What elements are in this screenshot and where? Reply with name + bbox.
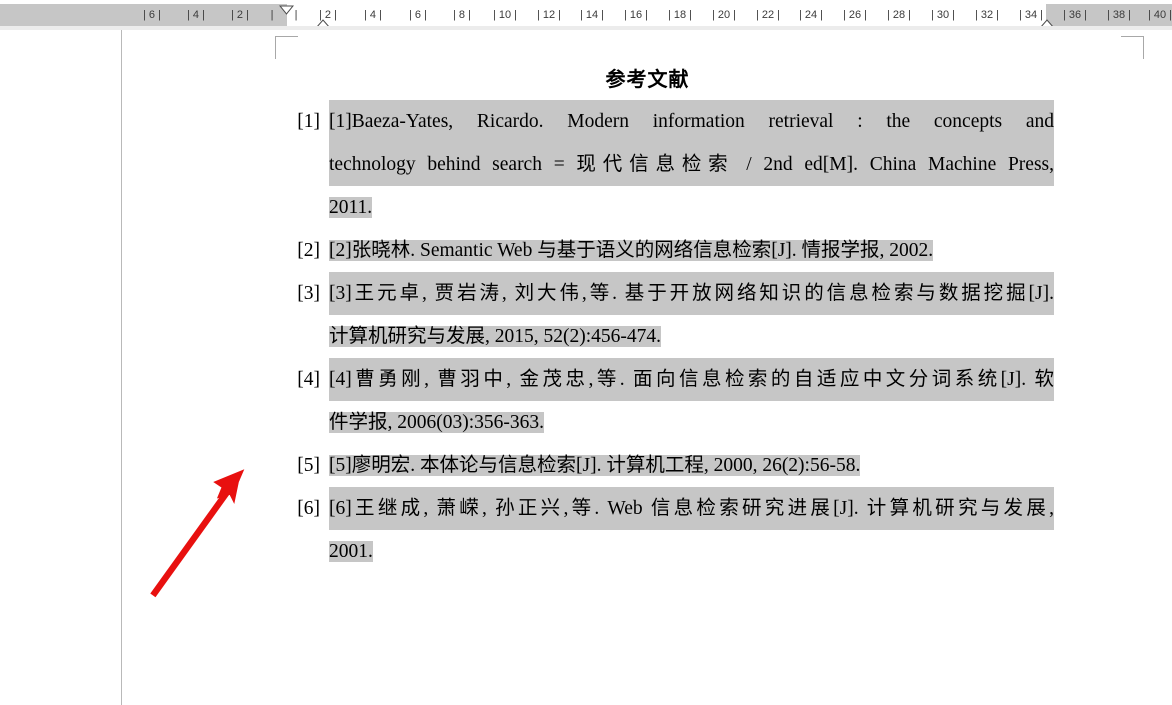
reference-line: [1]Baeza-Yates, Ricardo. Modern informat… [329,100,1054,143]
reference-line: [3]王元卓, 贾岩涛, 刘大伟,等. 基于开放网络知识的信息检索与数据挖掘[J… [329,272,1054,315]
reference-entry[interactable]: [6] [6]王继成, 萧嵘, 孙正兴,等. Web 信息检索研究进展[J]. 计… [122,487,1172,573]
ruler-tick-30: | 30 | [930,9,956,21]
page-title: 参考文献 [605,67,690,91]
reference-line: 计算机研究与发展, 2015, 52(2):456-474. [329,315,1054,358]
reference-line: [2]张晓林. Semantic Web 与基于语义的网络信息检索[J]. 情报… [329,229,1054,272]
reference-line-text: 计算机研究与发展, 2015, 52(2):456-474. [329,326,662,347]
reference-number: [1] [297,111,320,132]
reference-line-text: 件学报, 2006(03):356-363. [329,412,545,433]
reference-line-text: [6]王继成, 萧嵘, 孙正兴,等. Web 信息检索研究进展[J]. 计算机研… [329,487,1054,530]
ruler-tick-8: | 8 | [453,9,471,21]
document-page[interactable]: 参考文献 [1] [1]Baeza-Yates, Ricardo. Modern … [121,30,1172,705]
reference-entry[interactable]: [4] [4]曹勇刚, 曹羽中, 金茂忠,等. 面向信息检索的自适应中文分词系统[… [122,358,1172,444]
ruler-tick-24: | 24 | [798,9,824,21]
reference-line: 2011. [329,186,1054,229]
ruler-tick-36: | 36 | [1062,9,1088,21]
ruler-tick-mark: | [294,9,298,21]
ruler-tick-6: | 6 | [409,9,427,21]
ruler-tick-14: | 14 | [579,9,605,21]
editor-canvas-gutter [0,30,121,705]
reference-entry[interactable]: [5] [5]廖明宏. 本体论与信息检索[J]. 计算机工程, 2000, 26(… [122,444,1172,487]
reference-line-text: 2011. [329,197,373,218]
reference-line-text: [3]王元卓, 贾岩涛, 刘大伟,等. 基于开放网络知识的信息检索与数据挖掘[J… [329,272,1054,315]
reference-line: 2001. [329,530,1054,573]
reference-entry[interactable]: [1] [1]Baeza-Yates, Ricardo. Modern infor… [122,100,1172,229]
reference-text[interactable]: [6]王继成, 萧嵘, 孙正兴,等. Web 信息检索研究进展[J]. 计算机研… [329,487,1054,573]
reference-line-text: technology behind search = 现代信息检索 / 2nd … [329,143,1054,186]
reference-text[interactable]: [1]Baeza-Yates, Ricardo. Modern informat… [329,100,1054,229]
ruler-tick-18: | 18 | [667,9,693,21]
reference-line: [4]曹勇刚, 曹羽中, 金茂忠,等. 面向信息检索的自适应中文分词系统[J].… [329,358,1054,401]
ruler-tick-26: | 26 | [842,9,868,21]
document-ruler[interactable]: | 6 | | 4 | | 2 | | | | 2 | | 4 | | 6 | | 8 | | 1… [0,0,1172,36]
reference-text[interactable]: [2]张晓林. Semantic Web 与基于语义的网络信息检索[J]. 情报… [329,229,1054,272]
ruler-tick-32: | 32 | [974,9,1000,21]
ruler-tick-12: | 12 | [536,9,562,21]
ruler-tick-40: | 40 | [1147,9,1172,21]
reference-line: technology behind search = 现代信息检索 / 2nd … [329,143,1054,186]
reference-number: [4] [297,369,320,390]
reference-line: [5]廖明宏. 本体论与信息检索[J]. 计算机工程, 2000, 26(2):… [329,444,1054,487]
reference-line-text: [4]曹勇刚, 曹羽中, 金茂忠,等. 面向信息检索的自适应中文分词系统[J].… [329,358,1054,401]
ruler-tick-38: | 38 | [1106,9,1132,21]
ruler-tick-4: | 4 | [364,9,382,21]
reference-line: 件学报, 2006(03):356-363. [329,401,1054,444]
ruler-tick-16: | 16 | [623,9,649,21]
reference-text[interactable]: [5]廖明宏. 本体论与信息检索[J]. 计算机工程, 2000, 26(2):… [329,444,1054,487]
triangle-down-icon [278,5,295,15]
first-line-indent-marker[interactable] [278,2,295,15]
reference-line-text: [2]张晓林. Semantic Web 与基于语义的网络信息检索[J]. 情报… [329,240,934,261]
reference-text[interactable]: [4]曹勇刚, 曹羽中, 金茂忠,等. 面向信息检索的自适应中文分词系统[J].… [329,358,1054,444]
reference-number: [2] [297,240,320,261]
reference-line-text: 2001. [329,541,373,562]
ruler-tick-mark: | [270,9,274,21]
reference-entry[interactable]: [3] [3]王元卓, 贾岩涛, 刘大伟,等. 基于开放网络知识的信息检索与数据挖… [122,272,1172,358]
reference-number: [5] [297,455,320,476]
margin-corner-top-left [275,36,298,59]
reference-line: [6]王继成, 萧嵘, 孙正兴,等. Web 信息检索研究进展[J]. 计算机研… [329,487,1054,530]
ruler-tick-10: | 10 | [492,9,518,21]
reference-line-text: [5]廖明宏. 本体论与信息检索[J]. 计算机工程, 2000, 26(2):… [329,455,861,476]
ruler-tick-4: | 4 | [187,9,205,21]
reference-number: [6] [297,498,320,519]
ruler-tick-22: | 22 | [755,9,781,21]
ruler-tick-20: | 20 | [711,9,737,21]
reference-entry[interactable]: [2] [2]张晓林. Semantic Web 与基于语义的网络信息检索[J].… [122,229,1172,272]
margin-corner-top-right [1121,36,1144,59]
reference-number: [3] [297,283,320,304]
reference-list[interactable]: [1] [1]Baeza-Yates, Ricardo. Modern infor… [122,100,1172,573]
ruler-tick-row: | 6 | | 4 | | 2 | | | | 2 | | 4 | | 6 | | 8 | | 1… [0,4,1172,26]
ruler-tick-2: | 2 | [231,9,249,21]
reference-text[interactable]: [3]王元卓, 贾岩涛, 刘大伟,等. 基于开放网络知识的信息检索与数据挖掘[J… [329,272,1054,358]
reference-line-text: [1]Baeza-Yates, Ricardo. Modern informat… [329,100,1054,143]
ruler-tick-28: | 28 | [886,9,912,21]
ruler-tick-6: | 6 | [143,9,161,21]
